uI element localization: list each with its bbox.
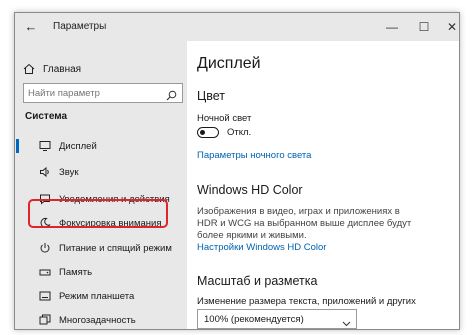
back-arrow-icon[interactable]: ← (23, 19, 39, 35)
scale-value: 100% (рекомендуется) (204, 314, 304, 325)
page-title: Дисплей (197, 55, 261, 72)
sidebar-item-label: Режим планшета (59, 290, 135, 302)
home-icon (23, 63, 35, 75)
maximize-button[interactable]: ☐ (415, 18, 433, 36)
night-light-state: Откл. (227, 127, 252, 138)
search-icon[interactable] (166, 88, 177, 101)
sidebar-item-label: Питание и спящий режим (59, 242, 172, 254)
section-heading-system: Система (25, 111, 68, 122)
sidebar-item-home[interactable]: Главная (23, 61, 81, 77)
monitor-icon (39, 140, 51, 152)
sidebar-item-label: Память (59, 266, 93, 278)
night-light-label: Ночной свет (197, 113, 252, 124)
multitask-icon (39, 314, 51, 326)
toggle-knob (200, 129, 205, 135)
night-light-settings-link[interactable]: Параметры ночного света (197, 150, 311, 161)
window-title: Параметры (53, 21, 107, 32)
sidebar-item-sound[interactable]: Звук (15, 161, 187, 183)
settings-window: ← Параметры — ☐ ✕ Главная Система Диспле… (14, 12, 460, 330)
search-input[interactable] (28, 86, 158, 100)
search-field[interactable] (23, 83, 183, 103)
sidebar-item-label: Многозадачность (59, 314, 136, 326)
section-heading-color: Цвет (197, 89, 226, 103)
section-heading-scale: Масштаб и разметка (197, 274, 318, 288)
power-icon (39, 242, 51, 254)
sidebar-item-power-sleep[interactable]: Питание и спящий режим (15, 237, 187, 259)
hd-color-description: Изображения в видео, играх и приложениях… (197, 206, 412, 241)
sidebar-item-tablet-mode[interactable]: Режим планшета (15, 285, 187, 307)
sidebar-item-display[interactable]: Дисплей (15, 135, 187, 157)
close-button[interactable]: ✕ (443, 18, 459, 36)
speaker-icon (39, 166, 51, 178)
minimize-button[interactable]: — (383, 18, 401, 36)
scale-dropdown[interactable]: 100% (рекомендуется) (197, 309, 357, 329)
hd-color-settings-link[interactable]: Настройки Windows HD Color (197, 242, 326, 253)
chevron-down-icon (342, 315, 351, 327)
sidebar-item-multitasking[interactable]: Многозадачность (15, 309, 187, 329)
sidebar-item-label: Главная (43, 63, 82, 75)
storage-icon (39, 266, 51, 278)
highlight-box (28, 199, 168, 228)
night-light-toggle[interactable] (197, 127, 219, 138)
sidebar: Главная Система Дисплей Звук Уведо (15, 41, 187, 329)
sidebar-item-storage[interactable]: Память (15, 261, 187, 283)
sidebar-item-label: Дисплей (59, 140, 97, 152)
sidebar-item-label: Звук (59, 166, 79, 178)
main-content: Дисплей Цвет Ночной свет Откл. Параметры… (187, 41, 459, 329)
title-bar: ← Параметры — ☐ ✕ (15, 13, 459, 41)
tablet-icon (39, 290, 51, 302)
section-heading-hd-color: Windows HD Color (197, 183, 303, 197)
